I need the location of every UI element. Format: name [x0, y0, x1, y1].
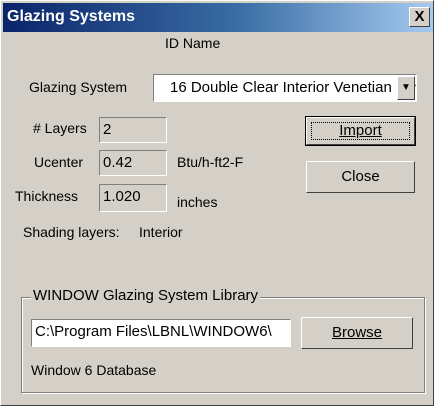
- browse-button[interactable]: Browse: [301, 317, 413, 349]
- ucenter-field: 0.42: [99, 150, 167, 176]
- import-button[interactable]: Import: [305, 116, 416, 146]
- glazing-system-label: Glazing System: [29, 79, 128, 95]
- ucenter-label: Ucenter: [34, 154, 84, 170]
- ucenter-unit: Btu/h-ft2-F: [177, 154, 244, 170]
- close-window-button[interactable]: X: [409, 7, 430, 27]
- browse-label: Browse: [331, 324, 383, 341]
- id-name-label: ID Name: [165, 35, 221, 51]
- title-bar[interactable]: Glazing Systems X: [3, 3, 433, 32]
- library-path-field[interactable]: C:\Program Files\LBNL\WINDOW6\: [31, 319, 291, 347]
- glazing-system-select[interactable]: 16 Double Clear Interior Venetian Blind …: [153, 74, 417, 102]
- focus-rect: [311, 122, 410, 140]
- close-label: Close: [341, 168, 380, 185]
- close-button[interactable]: Close: [306, 161, 415, 193]
- glazing-systems-dialog: Glazing Systems X ID Name Glazing System…: [0, 0, 434, 406]
- glazing-system-selected: 16 Double Clear Interior Venetian Blind: [170, 79, 417, 96]
- library-group-title: WINDOW Glazing System Library: [31, 287, 261, 304]
- thickness-field: 1.020: [99, 184, 167, 212]
- thickness-label: Thickness: [15, 188, 79, 204]
- window-title: Glazing Systems: [7, 8, 136, 25]
- close-icon: X: [414, 8, 425, 25]
- shading-layers-value: Interior: [139, 224, 183, 240]
- library-database-label: Window 6 Database: [31, 362, 157, 378]
- layers-label: # Layers: [33, 120, 87, 136]
- layers-field: 2: [99, 117, 167, 143]
- shading-layers-label: Shading layers:: [23, 224, 120, 240]
- chevron-down-icon[interactable]: ▼: [397, 76, 415, 100]
- thickness-unit: inches: [177, 194, 218, 210]
